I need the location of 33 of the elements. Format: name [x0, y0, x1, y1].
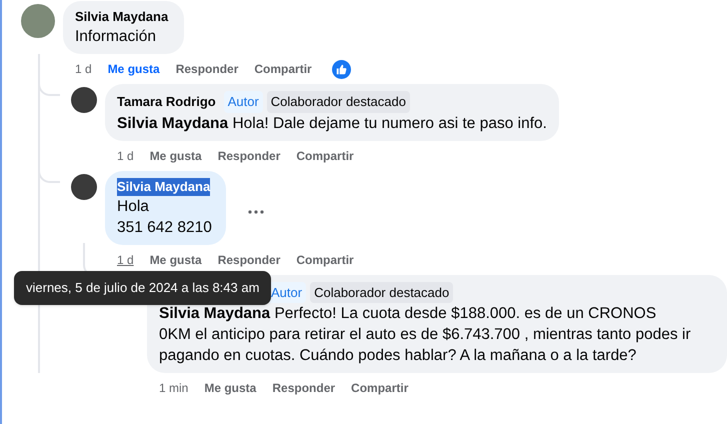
- action-link[interactable]: Responder: [218, 146, 280, 164]
- avatar: [71, 174, 97, 200]
- action-link[interactable]: Responder: [272, 379, 336, 397]
- badge-label: Autor: [224, 91, 263, 112]
- comment-text: Hola: [117, 196, 150, 216]
- comment-text: Silvia Maydana Perfecto! La cuota desde $188.000. es de un CRONOS 0KM el anticipo para retirar el auto es de $6.743.700 , mientras tanto podes ir pagando en cuotas. Cuándo podes hablar? A la mañana o a la tarde?: [159, 304, 691, 366]
- badge-label: Autor: [267, 282, 306, 303]
- avatar: [21, 4, 55, 38]
- date-tooltip: viernes, 5 de julio de 2024 a las 8:43 am: [14, 271, 272, 304]
- action-link[interactable]: Me gusta: [108, 60, 160, 78]
- mention-link[interactable]: Silvia Maydana: [117, 114, 228, 132]
- action-link[interactable]: Compartir: [296, 250, 354, 268]
- badge-label: Colaborador destacado: [310, 282, 454, 303]
- author-name[interactable]: Tamara Rodrigo: [117, 92, 216, 111]
- action-link[interactable]: Me gusta: [204, 379, 256, 397]
- action-link[interactable]: Compartir: [296, 146, 354, 164]
- action-link[interactable]: Compartir: [351, 379, 408, 397]
- badge-label: Colaborador destacado: [266, 91, 410, 112]
- timestamp-link[interactable]: 1 min: [159, 379, 188, 397]
- author-name[interactable]: Silvia Maydana: [75, 8, 168, 26]
- comment-text: Información: [75, 27, 157, 47]
- action-link[interactable]: Me gusta: [150, 250, 202, 268]
- mention-link[interactable]: Silvia Maydana: [159, 305, 270, 322]
- timestamp-link[interactable]: 1 d: [117, 250, 134, 268]
- timestamp-link[interactable]: 1 d: [75, 60, 92, 78]
- action-link[interactable]: Compartir: [254, 60, 312, 78]
- comment-text: Silvia Maydana Hola! Dale dejame tu numero asi te paso info.: [117, 114, 547, 134]
- comment-text: 351 642 8210: [117, 218, 213, 238]
- action-link[interactable]: Me gusta: [150, 146, 202, 164]
- timestamp-link[interactable]: 1 d: [117, 146, 134, 164]
- avatar: [71, 87, 97, 113]
- action-link[interactable]: Responder: [176, 60, 238, 78]
- action-link[interactable]: Responder: [218, 250, 280, 268]
